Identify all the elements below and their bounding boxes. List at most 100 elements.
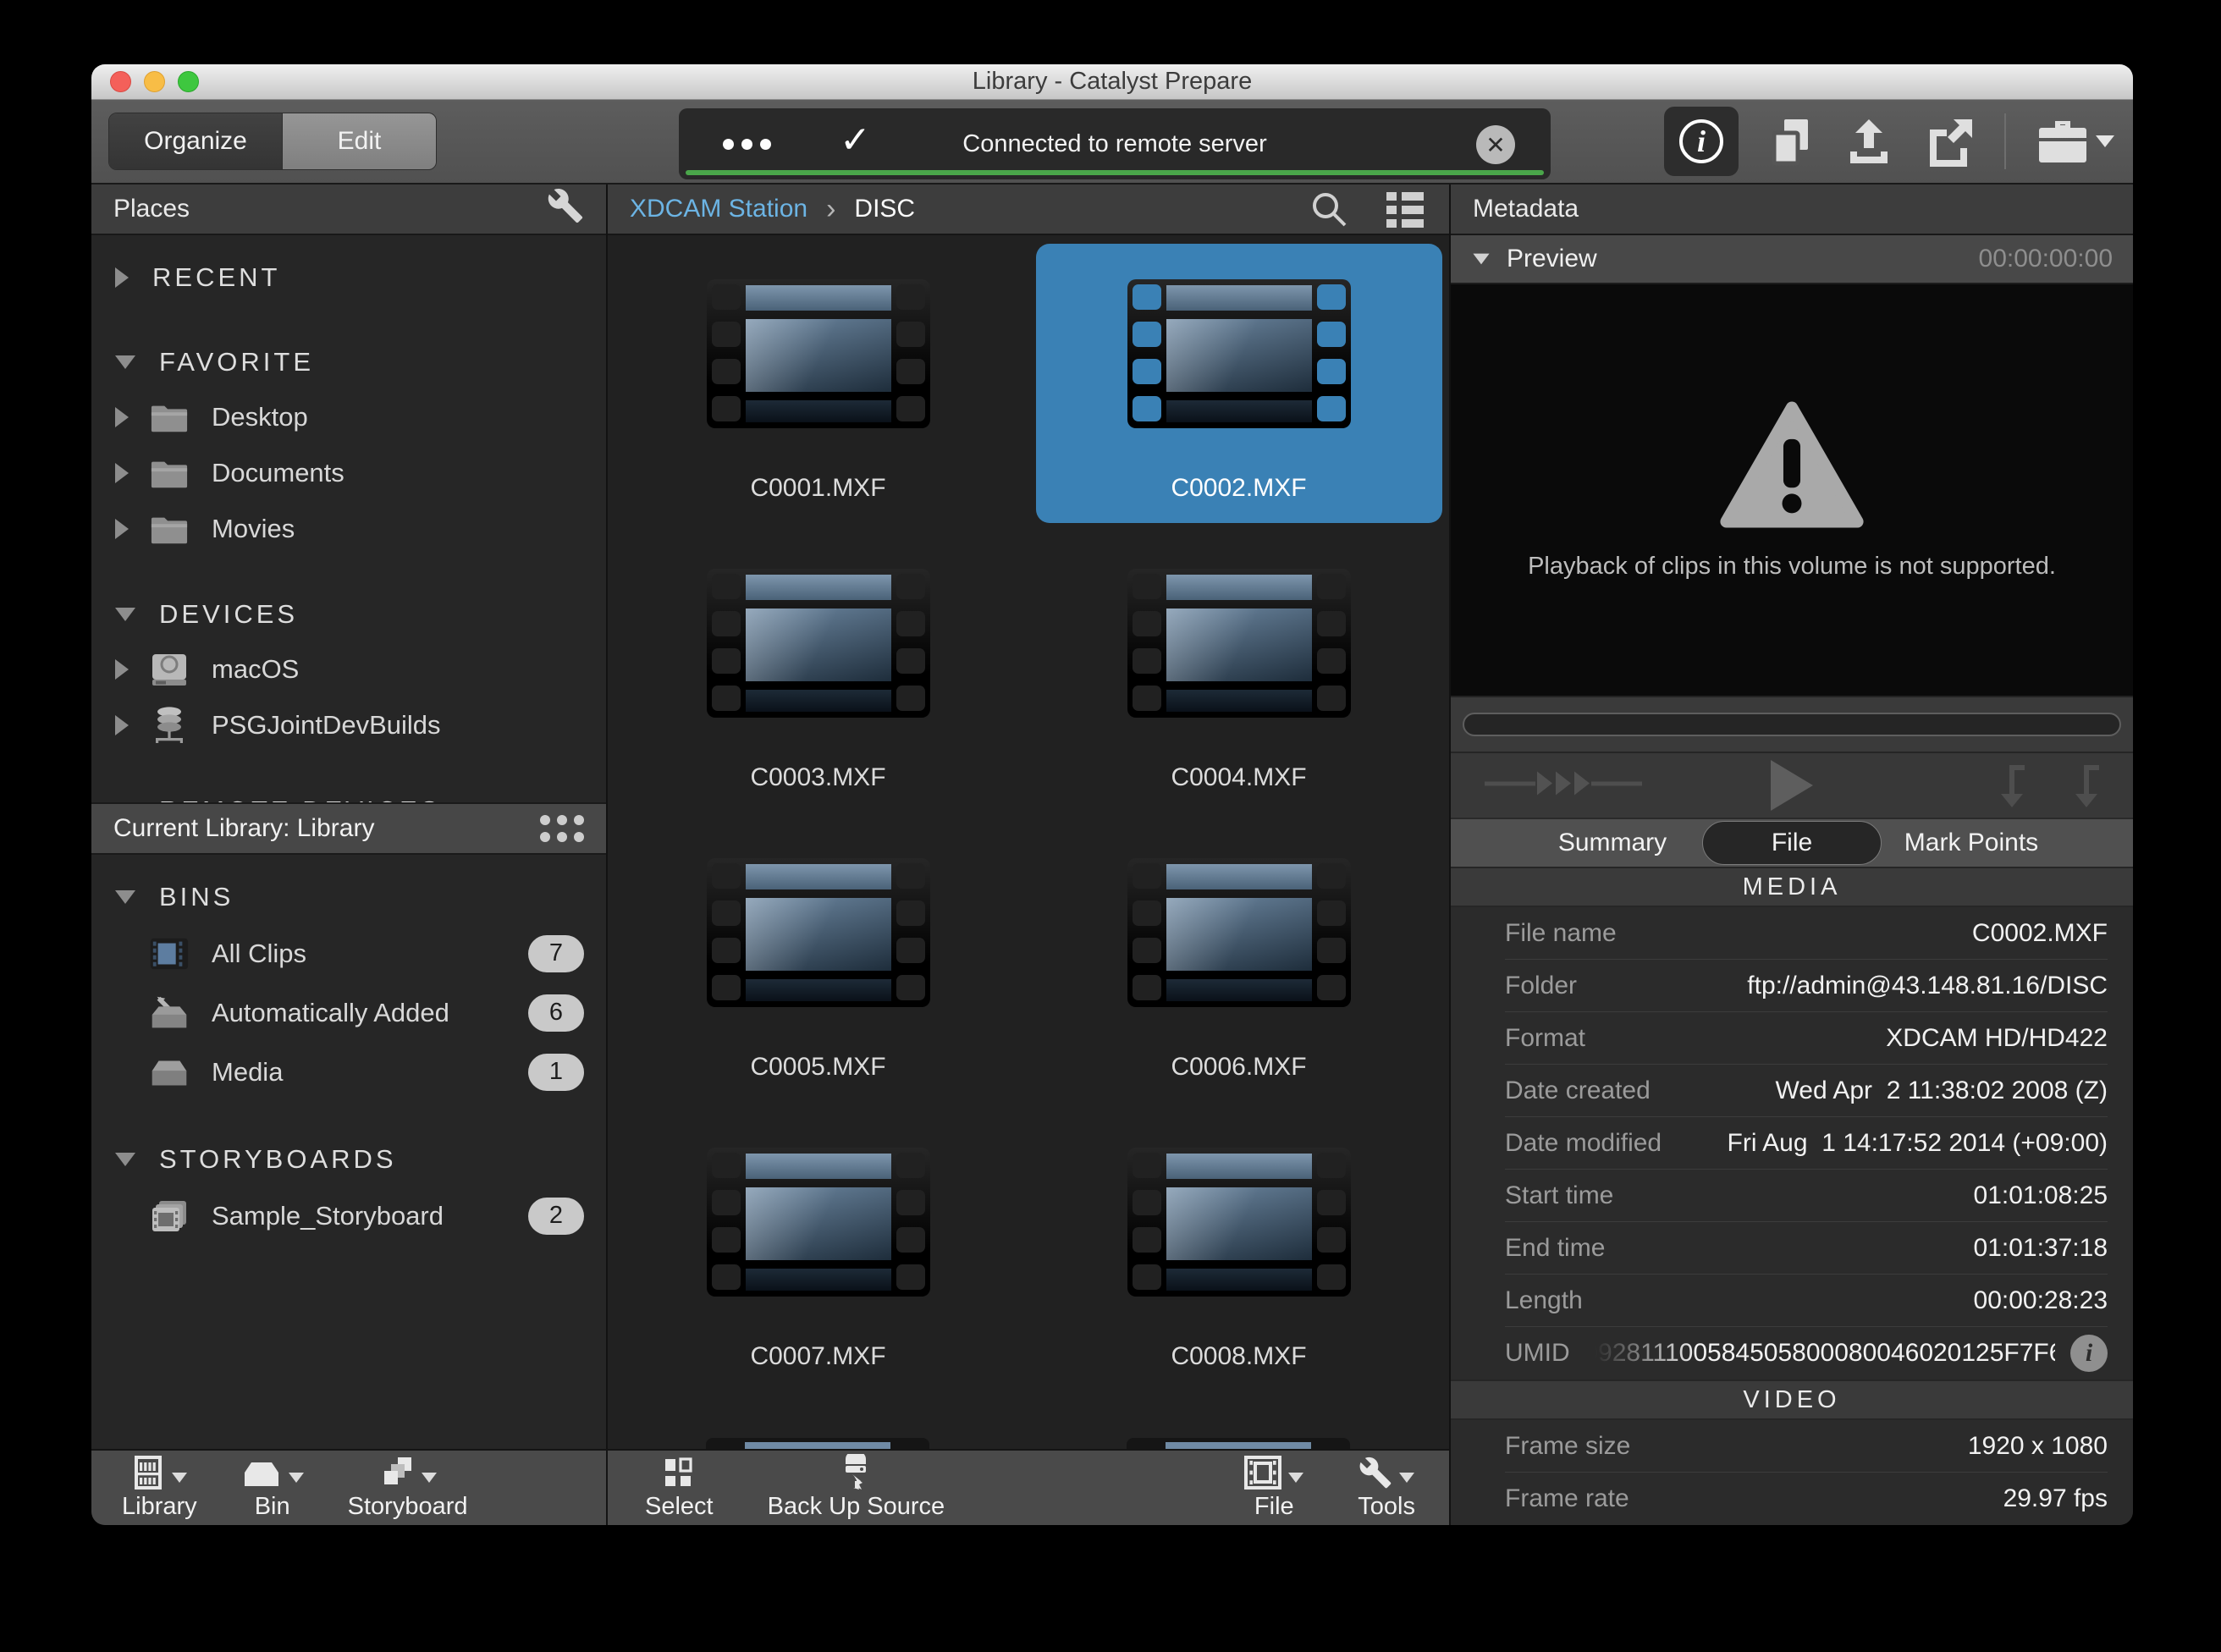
chevron-down-icon [422, 1473, 437, 1483]
tools-button[interactable]: Tools [1358, 1456, 1415, 1521]
clip-name: C0004.MXF [1036, 763, 1442, 792]
sidebar-item-macos[interactable]: macOS [91, 642, 606, 697]
select-icon [662, 1456, 696, 1490]
wrench-icon[interactable] [547, 187, 584, 231]
sidebar-section-favorite[interactable]: FAVORITE [91, 335, 606, 389]
chevron-right-icon: › [826, 193, 835, 226]
bin-icon [241, 1459, 282, 1490]
play-icon[interactable] [1771, 760, 1813, 811]
current-library-bar[interactable]: Current Library: Library [91, 802, 606, 855]
share-icon[interactable] [1923, 116, 1976, 167]
clip-tile[interactable]: C0003.MXF [615, 533, 1022, 812]
sidebar-item-sample-storyboard[interactable]: Sample_Storyboard 2 [91, 1187, 606, 1246]
clip-name: C0008.MXF [1036, 1342, 1442, 1371]
sidebar-item-media[interactable]: Media 1 [91, 1043, 606, 1102]
tab-mark-points[interactable]: Mark Points [1882, 822, 2061, 864]
clip-tile[interactable]: C0007.MXF [615, 1112, 1022, 1391]
sidebar-item-desktop[interactable]: Desktop [91, 389, 606, 445]
status-pill[interactable]: ✓ Connected to remote server ✕ [679, 108, 1551, 179]
sidebar-section-recent[interactable]: RECENT [91, 251, 606, 305]
clip-name: C0007.MXF [615, 1342, 1022, 1371]
backup-source-button[interactable]: Back Up Source [768, 1456, 945, 1521]
list-view-icon[interactable] [1383, 189, 1427, 229]
file-button[interactable]: File [1244, 1456, 1303, 1521]
close-window-button[interactable] [110, 71, 131, 92]
sidebar-section-devices[interactable]: DEVICES [91, 587, 606, 642]
preview-label: Preview [1507, 245, 1597, 273]
chevron-right-icon [115, 519, 129, 539]
mark-out-icon[interactable] [2072, 762, 2108, 809]
bins-list: BINS All Clips 7 [91, 855, 606, 1449]
scrubber-track[interactable] [1463, 713, 2121, 736]
chevron-down-icon [115, 355, 135, 369]
film-strip-icon [1127, 858, 1351, 1007]
zoom-window-button[interactable] [178, 71, 199, 92]
storyboard-button[interactable]: Storyboard [348, 1456, 468, 1521]
info-button[interactable]: i [1664, 107, 1739, 176]
organize-button[interactable]: Organize [109, 113, 282, 169]
sidebar-section-bins[interactable]: BINS [91, 870, 606, 924]
umid-info-icon[interactable]: i [2070, 1335, 2108, 1372]
shuttle-icon[interactable] [1485, 767, 1642, 805]
clip-tile[interactable]: C0004.MXF [1036, 533, 1442, 812]
tools-wrench-icon [1359, 1456, 1392, 1490]
film-strip-icon [1127, 279, 1351, 428]
ellipsis-icon[interactable] [723, 139, 771, 150]
scrubber[interactable] [1451, 696, 2133, 752]
tab-file[interactable]: File [1702, 821, 1882, 865]
sidebar-item-documents[interactable]: Documents [91, 445, 606, 501]
clip-browser: XDCAM Station › DISC [608, 184, 1449, 1449]
clip-tile[interactable]: C0005.MXF [615, 823, 1022, 1102]
section-label: STORYBOARDS [159, 1144, 397, 1175]
sidebar-item-label: Sample_Storyboard [212, 1201, 444, 1231]
close-status-icon[interactable]: ✕ [1476, 125, 1515, 164]
library-menu-icon[interactable] [540, 815, 584, 842]
count-badge: 2 [528, 1198, 584, 1235]
clip-tile[interactable]: C0008.MXF [1036, 1112, 1442, 1391]
film-strip-icon [707, 858, 930, 1007]
clip-tile[interactable]: C0001.MXF [615, 244, 1022, 523]
window-title: Library - Catalyst Prepare [973, 68, 1252, 96]
bottom-bar: Library Bin Storyboa [91, 1449, 1449, 1525]
bin-button[interactable]: Bin [241, 1456, 304, 1521]
folder-icon [149, 454, 190, 492]
bin-label: Bin [255, 1493, 290, 1521]
mark-in-icon[interactable] [1998, 762, 2033, 809]
sidebar-item-automatically-added[interactable]: Automatically Added 6 [91, 983, 606, 1043]
sidebar-section-remote-devices[interactable]: REMOTE DEVICES [91, 784, 606, 802]
places-title: Places [113, 195, 190, 223]
sidebar-item-psgjointdevbuilds[interactable]: PSGJointDevBuilds [91, 697, 606, 753]
chevron-right-icon [115, 715, 129, 735]
section-label: FAVORITE [159, 347, 314, 377]
select-button[interactable]: Select [645, 1456, 714, 1521]
breadcrumb-folder[interactable]: DISC [854, 195, 915, 223]
chevron-down-icon [115, 608, 135, 621]
sidebar-section-storyboards[interactable]: STORYBOARDS [91, 1132, 606, 1187]
count-badge: 1 [528, 1054, 584, 1091]
search-icon[interactable] [1309, 189, 1349, 229]
sidebar-item-movies[interactable]: Movies [91, 501, 606, 557]
sidebar-item-label: Documents [212, 458, 344, 488]
upload-icon[interactable] [1843, 116, 1894, 167]
edit-button[interactable]: Edit [282, 113, 436, 169]
storyboard-stack-icon [149, 1198, 190, 1235]
clip-tile[interactable]: C0006.MXF [1036, 823, 1442, 1102]
breadcrumb-device[interactable]: XDCAM Station [630, 195, 807, 223]
partial-clip-icon [706, 1438, 929, 1449]
duplicate-icon[interactable] [1767, 116, 1815, 167]
preview-section-header[interactable]: Preview 00:00:00:00 [1451, 235, 2133, 284]
chevron-down-icon [115, 1153, 135, 1166]
clip-name: C0005.MXF [615, 1053, 1022, 1082]
minimize-window-button[interactable] [144, 71, 165, 92]
traffic-lights [110, 64, 199, 99]
toolbox-button[interactable] [2035, 116, 2114, 167]
chevron-down-icon [1288, 1473, 1303, 1483]
library-button[interactable]: Library [122, 1456, 197, 1521]
clip-tile-selected[interactable]: C0002.MXF [1036, 244, 1442, 523]
metadata-header: Metadata [1451, 184, 2133, 235]
file-label: File [1254, 1493, 1294, 1521]
tab-summary[interactable]: Summary [1523, 822, 1702, 864]
current-library-label: Current Library: Library [113, 814, 374, 843]
sidebar-item-all-clips[interactable]: All Clips 7 [91, 924, 606, 983]
section-label: BINS [159, 882, 234, 912]
